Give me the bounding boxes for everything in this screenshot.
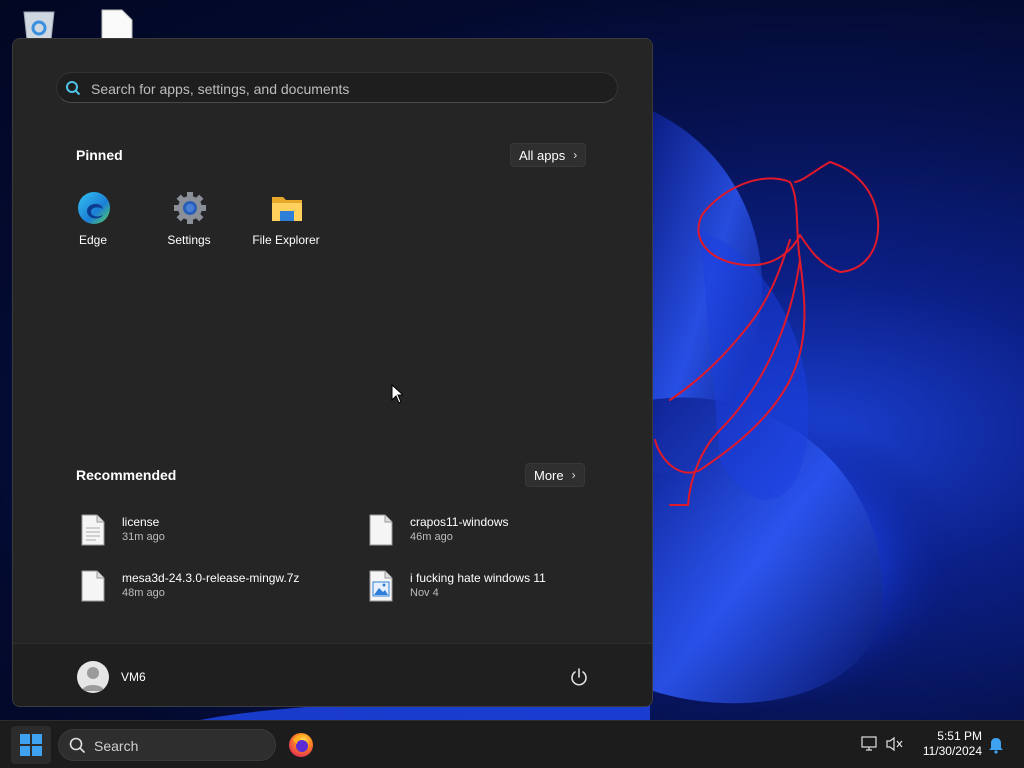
recommended-item-time: 48m ago — [122, 587, 165, 599]
settings-gear-icon — [173, 191, 207, 225]
folder-icon — [270, 191, 304, 225]
notification-bell-icon[interactable] — [988, 736, 1004, 759]
recommended-item-name: crapos11-windows — [410, 515, 509, 529]
start-menu: Pinned All apps › Edge — [12, 38, 653, 707]
pinned-title: Pinned — [76, 147, 123, 163]
more-button[interactable]: More › — [525, 463, 585, 487]
pinned-app-file-explorer[interactable]: File Explorer — [241, 191, 331, 261]
pinned-app-edge[interactable]: Edge — [48, 191, 138, 261]
recommended-item-name: mesa3d-24.3.0-release-mingw.7z — [122, 571, 300, 585]
pinned-app-label: Settings — [167, 233, 211, 247]
more-label: More — [534, 467, 564, 483]
chevron-right-icon: › — [571, 468, 576, 482]
windows-logo-icon — [20, 734, 42, 761]
recommended-item-time: Nov 4 — [410, 587, 439, 599]
pinned-app-label: Edge — [78, 233, 108, 247]
edge-icon — [77, 191, 111, 225]
image-file-icon — [369, 570, 393, 607]
taskbar-clock[interactable]: 5:51 PM 11/30/2024 — [912, 729, 982, 759]
firefox-icon[interactable] — [288, 732, 314, 758]
volume-muted-icon[interactable] — [886, 736, 904, 757]
recommended-title: Recommended — [76, 467, 177, 483]
start-menu-footer: VM6 — [13, 643, 652, 706]
pinned-app-label: File Explorer — [252, 233, 320, 247]
recommended-item-time: 46m ago — [410, 531, 453, 543]
power-icon[interactable] — [569, 667, 589, 687]
document-icon — [81, 514, 105, 551]
clock-time: 5:51 PM — [937, 729, 982, 743]
taskbar-search-label: Search — [94, 738, 139, 754]
recommended-item[interactable]: license 31m ago — [77, 510, 337, 554]
search-icon — [69, 737, 86, 759]
start-search-box[interactable] — [56, 72, 618, 104]
user-name[interactable]: VM6 — [121, 670, 146, 684]
taskbar-search-box[interactable]: Search — [58, 729, 276, 761]
user-avatar-icon[interactable] — [77, 661, 109, 693]
recommended-item[interactable]: i fucking hate windows 11 Nov 4 — [365, 566, 625, 610]
document-icon — [81, 570, 105, 607]
start-search-input[interactable] — [89, 73, 603, 104]
taskbar: Search 5:51 PM 11/30/2024 — [0, 720, 1024, 768]
recommended-item[interactable]: mesa3d-24.3.0-release-mingw.7z 48m ago — [77, 566, 337, 610]
document-icon — [369, 514, 393, 551]
all-apps-label: All apps — [519, 147, 566, 163]
chevron-right-icon: › — [573, 148, 578, 162]
recommended-item-name: license — [122, 515, 160, 529]
recommended-item[interactable]: crapos11-windows 46m ago — [365, 510, 625, 554]
search-icon — [65, 80, 81, 101]
start-button[interactable] — [11, 726, 51, 764]
recommended-item-time: 31m ago — [122, 531, 165, 543]
recommended-item-name: i fucking hate windows 11 — [410, 571, 546, 585]
pinned-app-settings[interactable]: Settings — [144, 191, 234, 261]
mouse-cursor-icon — [391, 383, 405, 409]
network-icon[interactable] — [861, 736, 879, 757]
all-apps-button[interactable]: All apps › — [510, 143, 587, 167]
clock-date: 11/30/2024 — [922, 744, 982, 758]
